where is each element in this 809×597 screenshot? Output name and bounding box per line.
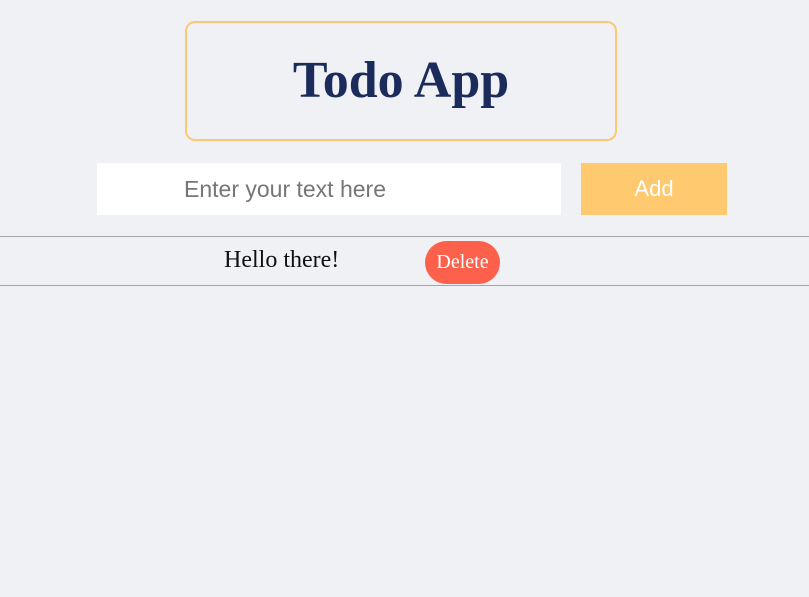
page-title: Todo App xyxy=(292,52,510,109)
todo-app: Todo App Add Hello there! Delete xyxy=(0,0,809,597)
delete-button[interactable]: Delete xyxy=(425,241,500,284)
title-box: Todo App xyxy=(185,21,617,141)
todo-item-text: Hello there! xyxy=(224,247,340,273)
todo-text-input[interactable] xyxy=(97,163,561,215)
todo-item: Hello there! Delete xyxy=(0,236,809,286)
add-button[interactable]: Add xyxy=(581,163,727,215)
todo-list: Hello there! Delete xyxy=(0,236,809,286)
